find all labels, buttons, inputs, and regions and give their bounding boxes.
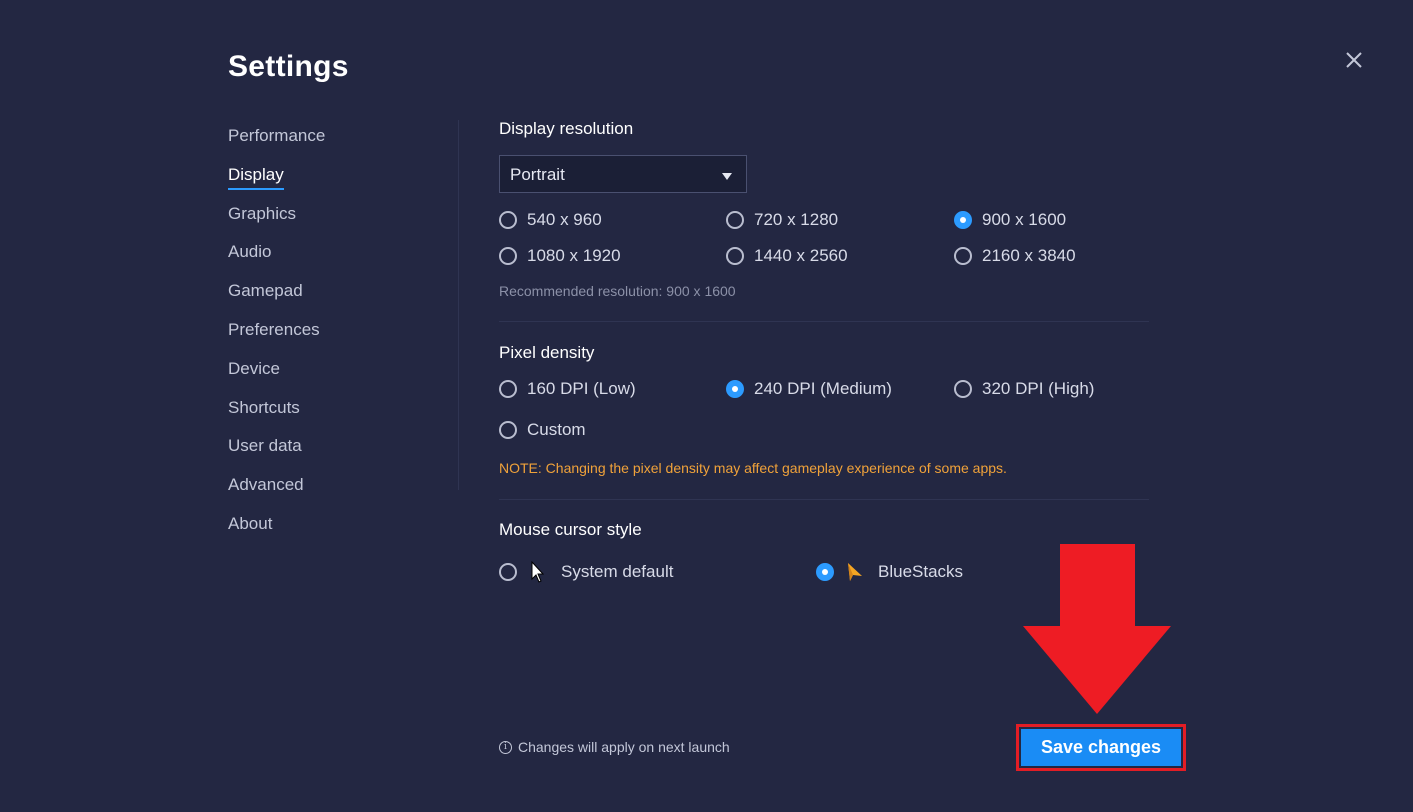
cursor-option-system-default[interactable]: System default xyxy=(499,561,673,583)
radio-icon xyxy=(726,211,744,229)
display-resolution-heading: Display resolution xyxy=(499,119,634,138)
radio-selected-icon xyxy=(816,563,834,581)
bluestacks-cursor-icon xyxy=(848,563,862,581)
close-icon[interactable] xyxy=(1340,46,1368,74)
pixel-density-heading: Pixel density xyxy=(499,343,595,362)
orientation-selected-value: Portrait xyxy=(510,165,565,184)
radio-icon xyxy=(499,211,517,229)
save-button-highlight: Save changes xyxy=(1016,724,1186,771)
radio-icon xyxy=(499,563,517,581)
red-arrow-annotation-icon xyxy=(1023,544,1171,714)
resolution-option-720x1280[interactable]: 720 x 1280 xyxy=(726,210,838,230)
dpi-option-240[interactable]: 240 DPI (Medium) xyxy=(726,379,892,399)
sidebar-item-advanced[interactable]: Advanced xyxy=(228,469,448,508)
sidebar-item-audio[interactable]: Audio xyxy=(228,236,448,275)
radio-icon xyxy=(954,247,972,265)
apply-on-launch-note: i Changes will apply on next launch xyxy=(499,739,730,755)
radio-selected-icon xyxy=(726,380,744,398)
resolution-option-900x1600[interactable]: 900 x 1600 xyxy=(954,210,1066,230)
orientation-dropdown[interactable]: Portrait xyxy=(499,155,747,193)
radio-icon xyxy=(726,247,744,265)
dpi-option-160[interactable]: 160 DPI (Low) xyxy=(499,379,636,399)
dpi-option-custom[interactable]: Custom xyxy=(499,420,586,440)
section-divider xyxy=(499,321,1149,322)
chevron-down-icon xyxy=(722,173,732,180)
resolution-option-2160x3840[interactable]: 2160 x 3840 xyxy=(954,246,1076,266)
resolution-option-540x960[interactable]: 540 x 960 xyxy=(499,210,602,230)
sidebar-item-about[interactable]: About xyxy=(228,508,448,547)
recommended-resolution-text: Recommended resolution: 900 x 1600 xyxy=(499,283,736,299)
radio-icon xyxy=(499,247,517,265)
radio-selected-icon xyxy=(954,211,972,229)
resolution-option-1080x1920[interactable]: 1080 x 1920 xyxy=(499,246,621,266)
sidebar-item-performance[interactable]: Performance xyxy=(228,120,448,159)
sidebar-item-shortcuts[interactable]: Shortcuts xyxy=(228,392,448,431)
radio-icon xyxy=(954,380,972,398)
sidebar-item-display[interactable]: Display xyxy=(228,159,448,198)
sidebar-item-gamepad[interactable]: Gamepad xyxy=(228,275,448,314)
settings-title: Settings xyxy=(228,50,349,83)
pixel-density-note: NOTE: Changing the pixel density may aff… xyxy=(499,460,1007,476)
info-icon: i xyxy=(499,740,512,754)
system-cursor-icon xyxy=(531,561,545,583)
sidebar-item-user-data[interactable]: User data xyxy=(228,430,448,469)
sidebar-item-device[interactable]: Device xyxy=(228,353,448,392)
mouse-cursor-heading: Mouse cursor style xyxy=(499,520,642,539)
sidebar-divider xyxy=(458,120,459,490)
resolution-option-1440x2560[interactable]: 1440 x 2560 xyxy=(726,246,848,266)
sidebar-item-preferences[interactable]: Preferences xyxy=(228,314,448,353)
save-changes-button[interactable]: Save changes xyxy=(1021,729,1181,766)
sidebar-item-graphics[interactable]: Graphics xyxy=(228,198,448,237)
section-divider xyxy=(499,499,1149,500)
settings-sidebar: Performance Display Graphics Audio Gamep… xyxy=(228,120,448,547)
dpi-option-320[interactable]: 320 DPI (High) xyxy=(954,379,1094,399)
cursor-option-bluestacks[interactable]: BlueStacks xyxy=(816,561,963,583)
radio-icon xyxy=(499,421,517,439)
radio-icon xyxy=(499,380,517,398)
